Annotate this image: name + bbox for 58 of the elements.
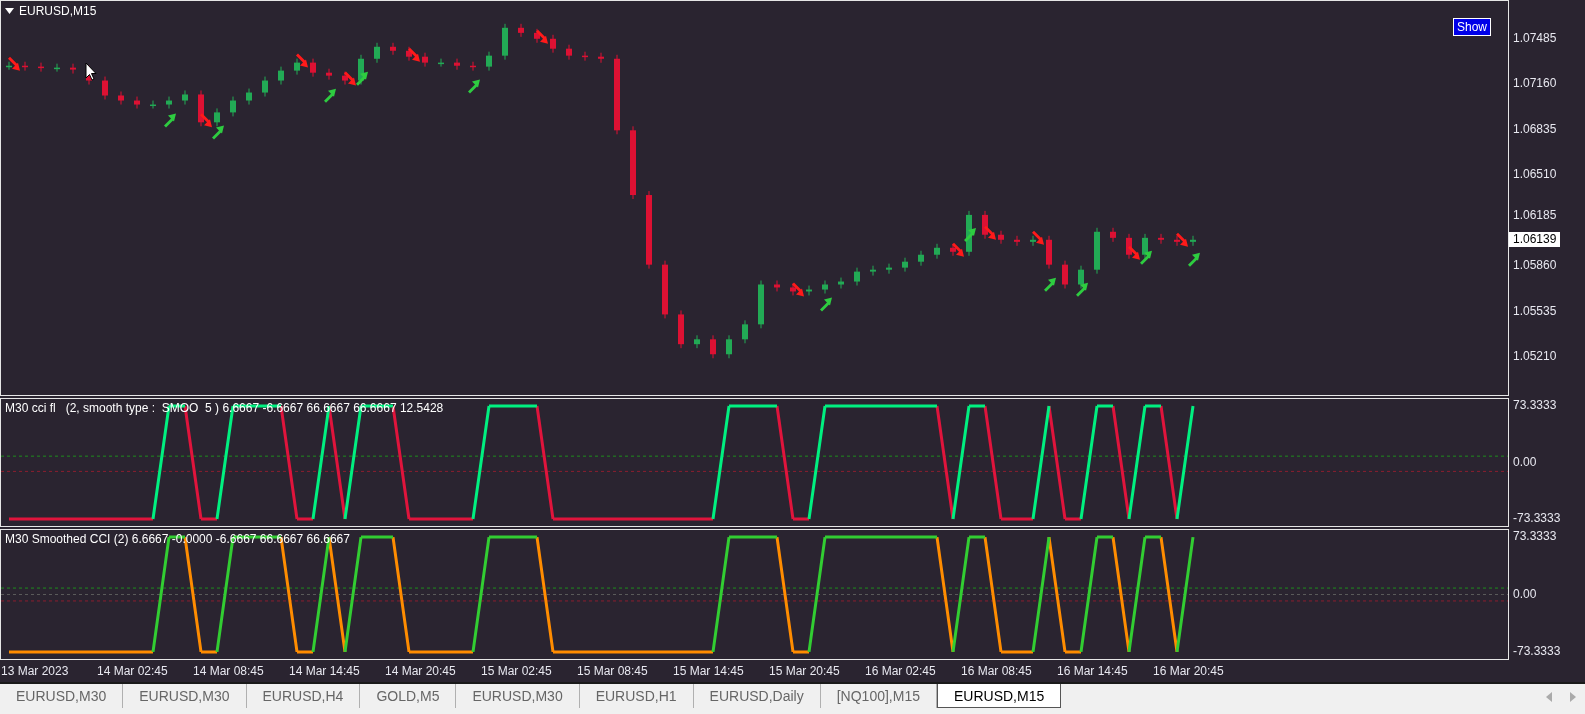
indicator-value-label: 0.00 bbox=[1513, 454, 1537, 469]
price-label: 1.05210 bbox=[1513, 349, 1557, 363]
up-arrow-icon bbox=[1044, 277, 1056, 292]
price-label: 1.05860 bbox=[1513, 258, 1557, 273]
indicator-value-label: 0.00 bbox=[1513, 586, 1537, 601]
up-arrow-icon bbox=[1188, 252, 1200, 267]
price-label: 1.07160 bbox=[1513, 76, 1557, 91]
price-label: 1.06510 bbox=[1513, 167, 1557, 182]
time-label: 16 Mar 02:45 bbox=[864, 664, 937, 678]
down-arrow-icon bbox=[408, 47, 420, 62]
down-arrow-icon bbox=[344, 71, 356, 86]
time-label: 13 Mar 2023 bbox=[0, 664, 70, 678]
time-label: 16 Mar 14:45 bbox=[1056, 664, 1129, 678]
scroll-left-icon[interactable] bbox=[1545, 692, 1553, 702]
price-label: 1.07485 bbox=[1513, 31, 1557, 45]
cursor-icon bbox=[85, 62, 97, 81]
down-arrow-icon bbox=[1176, 232, 1188, 247]
up-arrow-icon bbox=[356, 71, 368, 86]
time-label: 15 Mar 20:45 bbox=[768, 664, 841, 678]
price-label: 1.05535 bbox=[1513, 303, 1557, 318]
up-arrow-icon bbox=[1140, 250, 1152, 265]
time-label: 16 Mar 20:45 bbox=[1152, 664, 1225, 678]
time-label: 14 Mar 14:45 bbox=[288, 664, 361, 678]
current-price-label: 1.06139 bbox=[1509, 232, 1561, 247]
indicator-value-label: -73.3333 bbox=[1513, 511, 1561, 525]
dropdown-icon[interactable] bbox=[5, 8, 14, 14]
time-label: 14 Mar 08:45 bbox=[192, 664, 265, 678]
up-arrow-icon bbox=[820, 297, 832, 312]
chart-tab[interactable]: EURUSD,M15 bbox=[936, 684, 1062, 708]
up-arrow-icon bbox=[164, 113, 176, 128]
price-label: 1.06835 bbox=[1513, 121, 1557, 136]
down-arrow-icon bbox=[1128, 245, 1140, 260]
time-label: 15 Mar 14:45 bbox=[672, 664, 745, 678]
indicator-value-label: 73.3333 bbox=[1513, 529, 1557, 543]
indicator-value-label: -73.3333 bbox=[1513, 644, 1561, 658]
down-arrow-icon bbox=[792, 282, 804, 297]
down-arrow-icon bbox=[536, 29, 548, 44]
time-label: 15 Mar 02:45 bbox=[480, 664, 553, 678]
time-label: 15 Mar 08:45 bbox=[576, 664, 649, 678]
up-arrow-icon bbox=[1076, 282, 1088, 297]
price-label: 1.06185 bbox=[1513, 207, 1557, 222]
down-arrow-icon bbox=[1032, 230, 1044, 245]
time-label: 14 Mar 02:45 bbox=[96, 664, 169, 678]
down-arrow-icon bbox=[296, 53, 308, 68]
indicator-value-label: 73.3333 bbox=[1513, 398, 1557, 412]
down-arrow-icon bbox=[952, 242, 964, 257]
down-arrow-icon bbox=[984, 225, 996, 240]
chart-title: EURUSD,M15 bbox=[19, 4, 97, 18]
up-arrow-icon bbox=[468, 79, 480, 94]
down-arrow-icon bbox=[8, 56, 20, 71]
show-button[interactable]: Show bbox=[1452, 18, 1491, 36]
up-arrow-icon bbox=[964, 227, 976, 242]
time-label: 16 Mar 08:45 bbox=[960, 664, 1033, 678]
up-arrow-icon bbox=[212, 125, 224, 140]
down-arrow-icon bbox=[200, 113, 212, 128]
scroll-right-icon[interactable] bbox=[1569, 692, 1577, 702]
up-arrow-icon bbox=[324, 88, 336, 103]
time-label: 14 Mar 20:45 bbox=[384, 664, 457, 678]
